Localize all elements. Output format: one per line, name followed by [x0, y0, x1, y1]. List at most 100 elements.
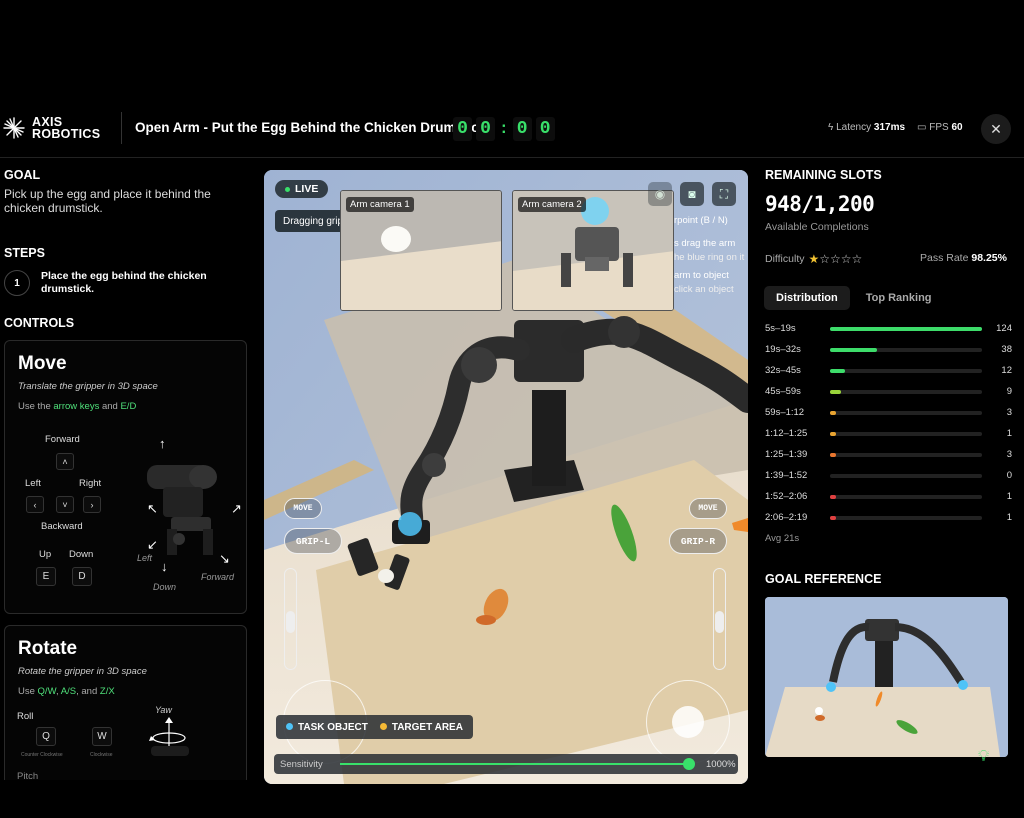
- distribution-row: 5s–19s 124: [765, 322, 1015, 336]
- down-label: Down: [69, 549, 94, 560]
- sensitivity-track[interactable]: [340, 763, 689, 765]
- roll-label: Roll: [17, 711, 34, 722]
- slider-thumb[interactable]: [715, 611, 724, 633]
- distribution-bar: [830, 369, 845, 373]
- d-key[interactable]: D: [72, 567, 92, 586]
- move-right-button[interactable]: MOVE: [689, 498, 727, 519]
- arrow-right-key[interactable]: ›: [83, 496, 101, 513]
- distribution-bar: [830, 390, 842, 394]
- distribution-bar: [830, 348, 877, 352]
- distribution-row: 59s–1:12 3: [765, 406, 1015, 420]
- object-legend: TASK OBJECT TARGET AREA: [276, 715, 473, 739]
- simulation-viewport[interactable]: LIVE Dragging gripper Arm camera 1 Arm c…: [264, 170, 748, 784]
- goal-reference-heading: GOAL REFERENCE: [765, 572, 882, 586]
- hint-line: s drag the arm: [674, 237, 736, 249]
- distribution-row: 1:25–1:39 3: [765, 448, 1015, 462]
- distribution-count: 9: [1006, 386, 1012, 397]
- distribution-bar-track: [830, 411, 982, 415]
- right-vertical-slider[interactable]: [713, 568, 726, 670]
- arm-camera-2-feed[interactable]: Arm camera 2: [512, 190, 674, 311]
- distribution-row: 1:39–1:52 0: [765, 469, 1015, 483]
- sensitivity-thumb[interactable]: [682, 758, 695, 770]
- left-label: Left: [25, 478, 41, 489]
- camera-icon: ◙: [688, 187, 696, 201]
- distribution-range: 1:12–1:25: [765, 428, 808, 439]
- arrow-down-icon: ↓: [161, 559, 168, 574]
- fullscreen-button[interactable]: ⛶: [712, 182, 736, 206]
- arrow-upright-icon: ↗: [231, 501, 242, 516]
- left-vertical-slider[interactable]: [284, 568, 297, 670]
- w-caption: Clockwise: [90, 752, 113, 758]
- distribution-range: 2:06–2:19: [765, 512, 808, 523]
- goal-reference-render: [765, 597, 1008, 757]
- tab-distribution[interactable]: Distribution: [764, 286, 850, 310]
- grip-right-button[interactable]: GRIP-R: [669, 528, 727, 554]
- q-key[interactable]: Q: [36, 727, 56, 746]
- right-joystick[interactable]: [646, 680, 730, 764]
- pass-rate: Pass Rate 98.25%: [920, 252, 1007, 264]
- distribution-range: 45s–59s: [765, 386, 801, 397]
- arrow-downleft-icon: ↙: [147, 537, 158, 552]
- move-subtitle: Translate the gripper in 3D space: [18, 381, 158, 392]
- distribution-range: 5s–19s: [765, 323, 796, 334]
- fps-readout: ▭ FPS 60: [917, 122, 963, 133]
- distribution-range: 59s–1:12: [765, 407, 805, 418]
- live-dot-icon: [285, 186, 290, 192]
- average-time: Avg 21s: [765, 533, 800, 544]
- viewport-hints: rpoint (B / N) s drag the arm he blue ri…: [674, 214, 744, 298]
- pitch-label: Pitch: [17, 771, 39, 780]
- e-key[interactable]: E: [36, 567, 56, 586]
- right-label: Right: [79, 478, 102, 489]
- arrow-left-key[interactable]: ‹: [26, 496, 44, 513]
- diagram-down-label: Down: [153, 582, 177, 592]
- distribution-bar-track: [830, 369, 982, 373]
- joystick-knob[interactable]: [672, 706, 704, 738]
- distribution-count: 124: [996, 323, 1012, 334]
- slider-thumb[interactable]: [286, 611, 295, 633]
- close-icon: ✕: [990, 120, 1002, 137]
- move-controls-card: Move Translate the gripper in 3D space U…: [4, 340, 247, 614]
- distribution-bar-track: [830, 453, 982, 457]
- hint-line: arm to object: [674, 269, 729, 281]
- legend-target-label: TARGET AREA: [391, 721, 463, 733]
- tab-top-ranking[interactable]: Top Ranking: [854, 286, 944, 310]
- hint-keys: E/D: [120, 401, 137, 412]
- live-label: LIVE: [295, 183, 319, 195]
- close-button[interactable]: ✕: [981, 114, 1011, 144]
- task-object-dot-icon: [286, 722, 293, 730]
- forward-label: Forward: [45, 434, 80, 445]
- move-left-button[interactable]: MOVE: [284, 498, 322, 519]
- lightbulb-icon[interactable]: 💡︎: [978, 748, 989, 766]
- difficulty: Difficulty ★☆☆☆☆: [765, 252, 862, 266]
- goal-heading: GOAL: [4, 168, 41, 182]
- distribution-range: 32s–45s: [765, 365, 801, 376]
- latency-value: 317ms: [873, 122, 906, 133]
- fps-label: FPS: [929, 122, 949, 133]
- screenshot-button[interactable]: ◙: [680, 182, 704, 206]
- distribution-range: 1:25–1:39: [765, 449, 808, 460]
- arrow-up-key[interactable]: ˄: [56, 453, 74, 470]
- distribution-bar: [830, 327, 982, 331]
- stats-panel: REMAINING SLOTS 948/1,200 Available Comp…: [760, 160, 1024, 770]
- backward-label: Backward: [41, 521, 83, 532]
- distribution-row: 1:12–1:25 1: [765, 427, 1015, 441]
- timer: 0 0 : 0 0: [453, 117, 555, 141]
- distribution-count: 38: [1001, 344, 1012, 355]
- distribution-bar-track: [830, 432, 982, 436]
- arrow-down-key[interactable]: ˅: [56, 496, 74, 513]
- distribution-bar-track: [830, 516, 982, 520]
- latency-label: Latency: [836, 122, 872, 133]
- grip-left-button[interactable]: GRIP-L: [284, 528, 342, 554]
- arm-camera-1-feed[interactable]: Arm camera 1: [340, 190, 502, 311]
- live-indicator: LIVE: [275, 180, 329, 198]
- distribution-range: 1:39–1:52: [765, 470, 808, 481]
- w-key[interactable]: W: [92, 727, 112, 746]
- distribution-count: 1: [1006, 428, 1012, 439]
- distribution-count: 1: [1006, 491, 1012, 502]
- hidden-button[interactable]: ◉: [648, 182, 672, 206]
- hint-keys: arrow keys: [53, 401, 100, 412]
- distribution-bar: [830, 411, 836, 415]
- up-label: Up: [39, 549, 52, 560]
- logo-line-2: ROBOTICS: [32, 127, 101, 141]
- distribution-row: 2:06–2:19 1: [765, 511, 1015, 525]
